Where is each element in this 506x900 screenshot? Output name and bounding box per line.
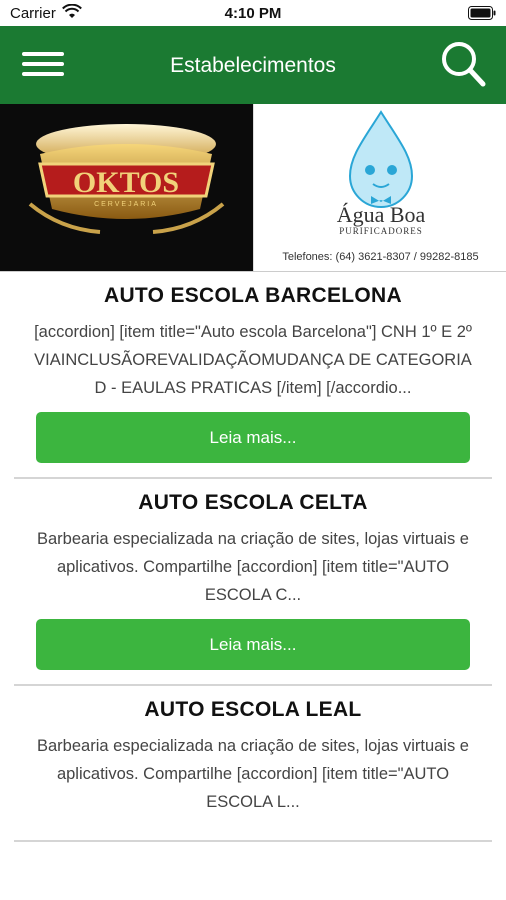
agua-boa-brand-text: Água Boa: [337, 202, 426, 227]
ad-banner[interactable]: OKTOS CERVEJARIA Água Boa PURIFICADORES …: [0, 104, 506, 272]
page-title: Estabelecimentos: [170, 54, 336, 77]
item-title: AUTO ESCOLA CELTA: [138, 491, 368, 514]
item-title: AUTO ESCOLA LEAL: [144, 698, 362, 721]
oktos-brand-text: OKTOS: [73, 166, 179, 199]
item-description: Barbearia especializada na criação de si…: [37, 737, 469, 811]
item-description: Barbearia especializada na criação de si…: [37, 530, 469, 604]
read-more-button[interactable]: Leia mais...: [36, 412, 470, 463]
item-title: AUTO ESCOLA BARCELONA: [104, 284, 402, 307]
oktos-ad[interactable]: OKTOS CERVEJARIA: [0, 104, 253, 271]
agua-boa-sub-text: PURIFICADORES: [339, 226, 423, 236]
list-item: AUTO ESCOLA CELTA Barbearia especializad…: [14, 479, 492, 686]
status-bar: Carrier 4:10 PM: [0, 0, 506, 26]
list-item: AUTO ESCOLA BARCELONA [accordion] [item …: [14, 272, 492, 479]
clock: 4:10 PM: [224, 5, 282, 22]
oktos-sub-text: CERVEJARIA: [94, 201, 158, 208]
search-icon[interactable]: [438, 38, 488, 90]
read-more-button[interactable]: Leia mais...: [36, 619, 470, 670]
battery-icon: [468, 6, 496, 24]
agua-boa-logo: Água Boa PURIFICADORES: [337, 110, 426, 236]
item-description: [accordion] [item title="Auto escola Bar…: [34, 323, 472, 397]
nav-bar: Estabelecimentos: [0, 26, 506, 104]
oktos-logo: OKTOS CERVEJARIA: [28, 124, 225, 234]
list-item: AUTO ESCOLA LEAL Barbearia especializada…: [14, 686, 492, 842]
agua-boa-ad[interactable]: Água Boa PURIFICADORES Telefones: (64) 3…: [253, 104, 506, 271]
establishment-list: AUTO ESCOLA BARCELONA [accordion] [item …: [0, 272, 506, 842]
agua-boa-phones: Telefones: (64) 3621-8307 / 99282-8185: [282, 251, 479, 263]
